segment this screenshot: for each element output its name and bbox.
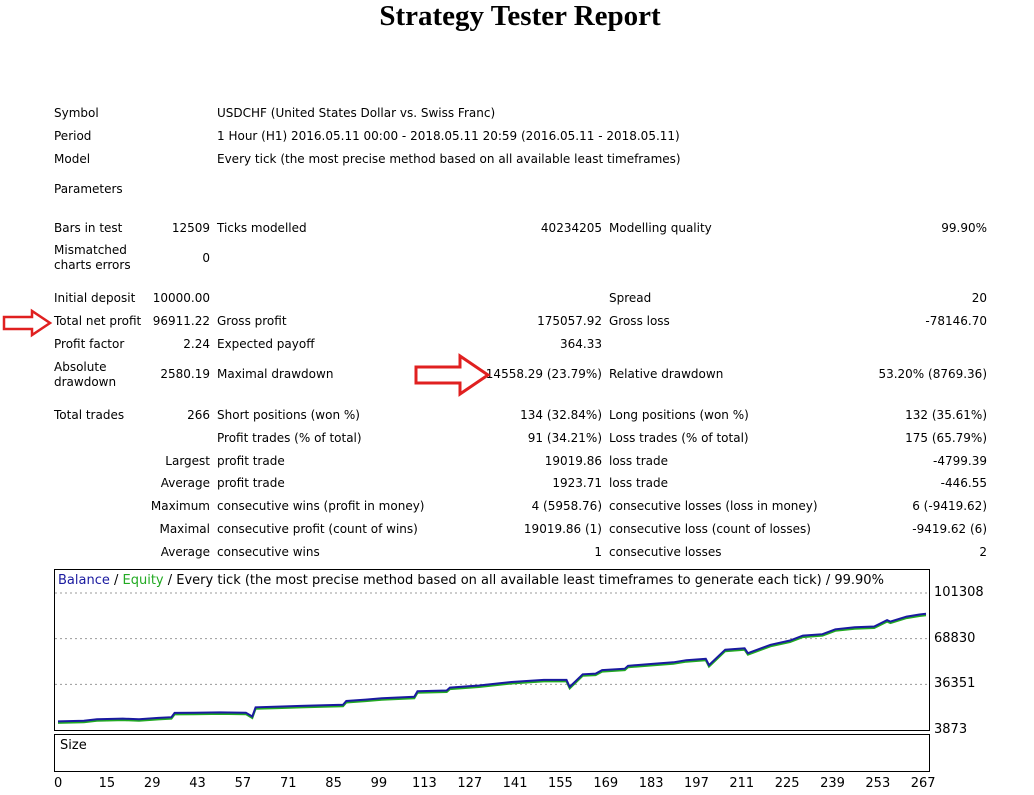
y-tick-label: 68830 (934, 630, 976, 646)
x-tick-label: 225 (774, 776, 800, 791)
x-tick-label: 211 (729, 776, 755, 791)
x-tick-label: 253 (865, 776, 891, 791)
x-tick-label: 71 (279, 776, 297, 791)
x-tick-label: 169 (593, 776, 619, 791)
x-tick-label: 141 (502, 776, 528, 791)
x-tick-label: 85 (325, 776, 342, 791)
x-tick-label: 43 (189, 776, 206, 791)
y-tick-label: 3873 (934, 722, 968, 737)
x-tick-label: 57 (234, 776, 252, 791)
x-tick-label: 113 (411, 776, 437, 791)
x-tick-label: 0 (54, 776, 63, 791)
size-label: Size (60, 738, 87, 753)
balance-line (57, 612, 927, 723)
y-tick-label: 36351 (934, 676, 976, 692)
y-tick-label: 101308 (934, 585, 984, 600)
x-tick-label: 127 (457, 776, 483, 791)
x-tick-label: 267 (910, 776, 936, 791)
x-tick-label: 15 (98, 776, 116, 791)
x-tick-label: 29 (143, 776, 161, 791)
x-tick-label: 99 (370, 776, 388, 791)
size-panel (54, 734, 930, 772)
x-tick-label: 155 (548, 776, 573, 791)
x-tick-label: 197 (684, 776, 709, 791)
equity-line (57, 614, 927, 724)
x-tick-label: 183 (638, 776, 664, 791)
chart-plot (55, 592, 929, 770)
x-tick-label: 239 (820, 776, 845, 791)
